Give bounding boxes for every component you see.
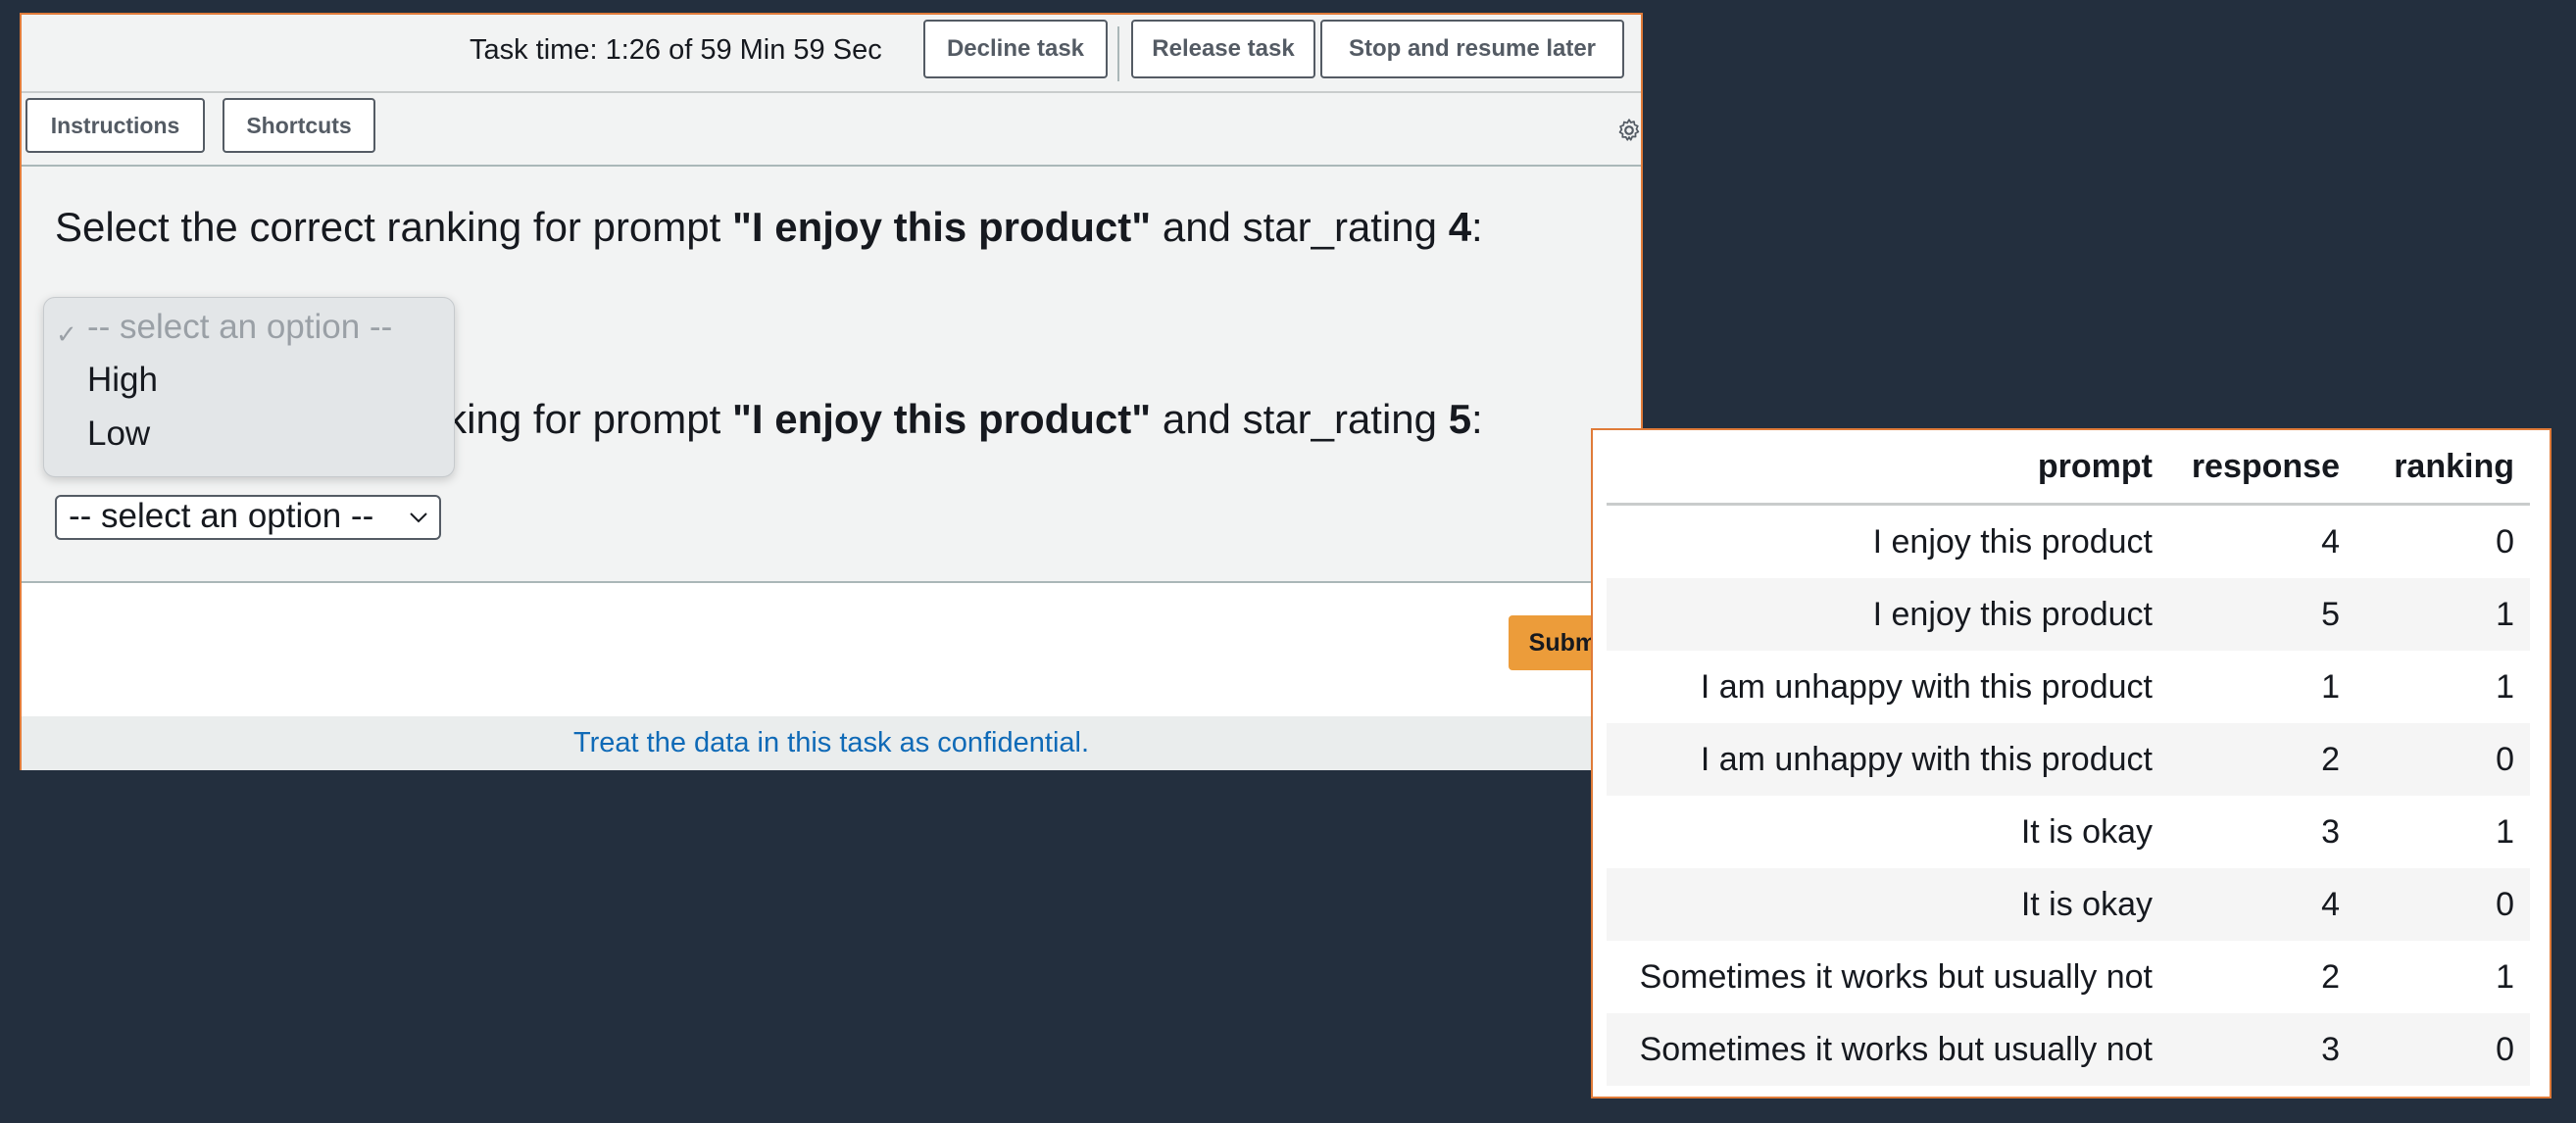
question-colon: : [1471,204,1483,250]
cell-prompt: It is okay [1607,868,2168,941]
task-topbar: Task time: 1:26 of 59 Min 59 Sec Decline… [22,15,1641,93]
cell-response: 3 [2168,1013,2355,1086]
column-header-response: response [2168,430,2355,506]
cell-ranking: 0 [2355,1013,2530,1086]
table-row: It is okay 4 0 [1607,868,2530,941]
table-row: I am unhappy with this product 2 0 [1607,723,2530,796]
cell-prompt: Sometimes it works but usually not [1607,1013,2168,1086]
task-panel: Task time: 1:26 of 59 Min 59 Sec Decline… [20,13,1643,770]
cell-response: 5 [2168,578,2355,651]
cell-response: 1 [2321,667,2340,706]
table-row: Sometimes it works but usually not 2 1 [1607,941,2530,1013]
question-prompt: "I enjoy this product" [731,204,1152,250]
question-text: Select the correct ranking for prompt [55,204,732,250]
submit-area [22,583,1641,716]
cell-prompt: I enjoy this product [1607,578,2168,651]
question-text-mid: and star_rating [1151,396,1449,442]
column-header-ranking: ranking [2355,430,2530,506]
question-text-mid: and star_rating [1151,204,1449,250]
cell-prompt: I am unhappy with this product [1700,667,2153,706]
cell-ranking: 0 [2496,522,2514,561]
confidential-notice: Treat the data in this task as confident… [22,716,1641,770]
decline-task-button[interactable]: Decline task [923,20,1108,78]
cell-ranking: 1 [2496,957,2514,996]
data-table-panel: prompt response ranking I enjoy this pro… [1591,428,2551,1099]
data-table: prompt response ranking I enjoy this pro… [1607,430,2530,1086]
cell-response: 4 [2168,868,2355,941]
cell-prompt: I am unhappy with this product [1607,723,2168,796]
checkmark-icon: ✓ [56,319,77,349]
cell-response: 3 [2321,812,2340,851]
toolbar-divider [1117,26,1119,81]
cell-ranking: 1 [2355,578,2530,651]
cell-response: 2 [2321,957,2340,996]
dropdown-option-low[interactable]: Low [87,415,150,454]
ranking-select-rating-5[interactable]: -- select an option -- [55,495,441,540]
question-rating-4: Select the correct ranking for prompt "I… [55,204,1483,251]
ranking-dropdown-menu: ✓ -- select an option -- High Low [43,297,455,477]
stop-resume-later-button[interactable]: Stop and resume later [1320,20,1624,78]
dropdown-option-placeholder[interactable]: -- select an option -- [87,308,392,347]
gear-icon[interactable] [1616,118,1642,143]
question-prompt: "I enjoy this product" [731,396,1152,442]
instructions-button[interactable]: Instructions [25,98,205,153]
table-row: I enjoy this product 4 0 [1607,505,2530,579]
shortcuts-button[interactable]: Shortcuts [223,98,375,153]
dropdown-option-high[interactable]: High [87,361,158,400]
table-row: Sometimes it works but usually not 3 0 [1607,1013,2530,1086]
column-header-prompt: prompt [1607,430,2168,506]
question-rating: 4 [1448,204,1472,250]
cell-ranking: 1 [2496,667,2514,706]
select-value: -- select an option -- [69,497,374,535]
cell-prompt: I enjoy this product [1872,522,2153,561]
table-header-row: prompt response ranking [1607,430,2530,506]
table-row: It is okay 3 1 [1607,796,2530,868]
cell-prompt: It is okay [2020,812,2153,851]
task-time: Task time: 1:26 of 59 Min 59 Sec [470,34,882,66]
release-task-button[interactable]: Release task [1131,20,1315,78]
table-row: I am unhappy with this product 1 1 [1607,651,2530,723]
question-rating: 5 [1448,396,1472,442]
secondary-toolbar: Instructions Shortcuts [22,93,1641,167]
cell-response: 4 [2321,522,2340,561]
cell-prompt: Sometimes it works but usually not [1639,957,2153,996]
cell-ranking: 1 [2496,812,2514,851]
chevron-down-icon [410,513,427,523]
cell-ranking: 0 [2355,723,2530,796]
table-row: I enjoy this product 5 1 [1607,578,2530,651]
cell-ranking: 0 [2355,868,2530,941]
question-colon: : [1471,396,1483,442]
cell-response: 2 [2168,723,2355,796]
